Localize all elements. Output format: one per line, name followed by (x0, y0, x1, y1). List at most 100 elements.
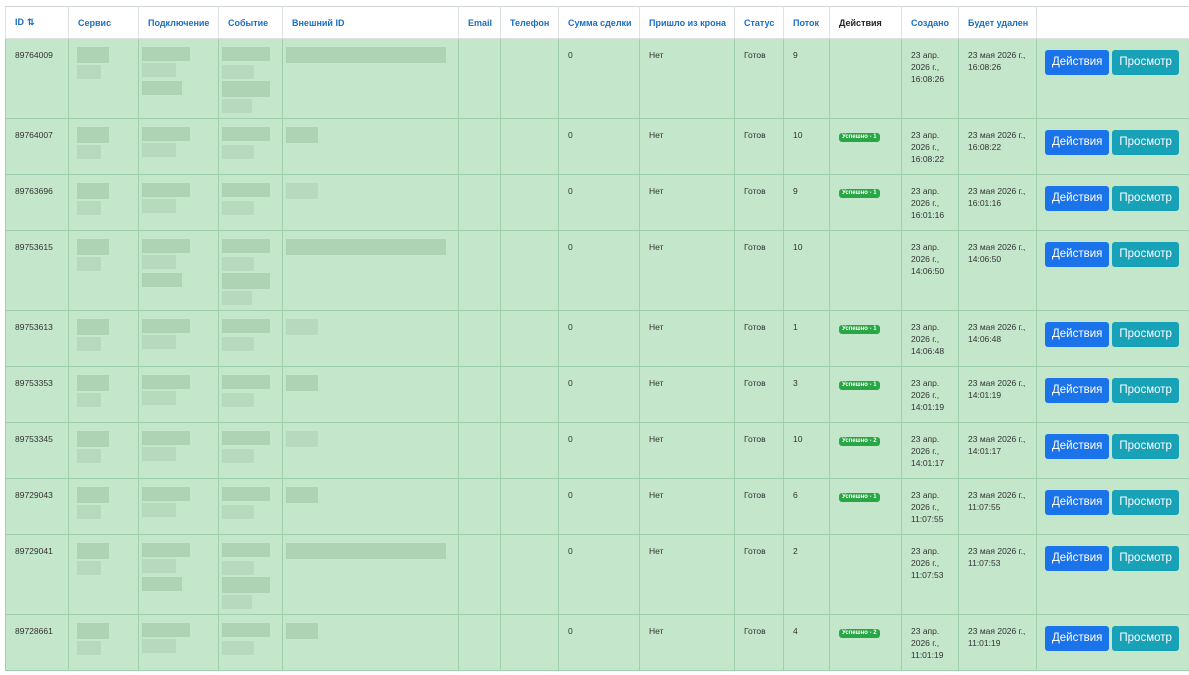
redacted-blur-block (77, 431, 109, 447)
column-header-created[interactable]: Создано (901, 6, 959, 39)
redacted-blur-block (77, 561, 101, 575)
row-actions-result: Успешно - 1 (829, 366, 902, 423)
sort-icon[interactable]: ⇅ (27, 17, 35, 28)
column-header-connection[interactable]: Подключение (138, 6, 219, 39)
column-header-thread[interactable]: Поток (783, 6, 830, 39)
row-created: 23 апр. 2026 г., 14:06:50 (901, 230, 959, 311)
row-will-delete: 23 мая 2026 г., 14:01:19 (958, 366, 1037, 423)
view-button[interactable]: Просмотр (1112, 130, 1179, 155)
redacted-blur-block (222, 449, 254, 463)
row-id: 89753353 (5, 366, 69, 423)
row-will-delete: 23 мая 2026 г., 14:06:48 (958, 310, 1037, 367)
column-header-id[interactable]: ID ⇅ (5, 6, 69, 39)
redacted-blur-block (142, 63, 176, 77)
actions-button[interactable]: Действия (1045, 322, 1110, 347)
view-button[interactable]: Просмотр (1112, 378, 1179, 403)
actions-button[interactable]: Действия (1045, 546, 1110, 571)
redacted-blur-block (142, 319, 190, 333)
table-row[interactable]: 89753345 0 Нет Готов 10 Успешно - 2 23 апр. 20… (5, 422, 1189, 479)
column-header-status[interactable]: Статус (734, 6, 784, 39)
row-external-id-redacted (282, 38, 459, 119)
actions-button[interactable]: Действия (1045, 50, 1110, 75)
row-status: Готов (734, 614, 784, 671)
view-button[interactable]: Просмотр (1112, 626, 1179, 651)
column-header-will-delete[interactable]: Будет удален (958, 6, 1037, 39)
row-buttons: Действия Просмотр (1036, 230, 1189, 311)
column-header-from-cron[interactable]: Пришло из крона (639, 6, 735, 39)
row-buttons: Действия Просмотр (1036, 366, 1189, 423)
row-id: 89753613 (5, 310, 69, 367)
actions-button[interactable]: Действия (1045, 378, 1110, 403)
actions-button[interactable]: Действия (1045, 626, 1110, 651)
redacted-blur-block (142, 143, 176, 157)
row-email (458, 366, 501, 423)
row-event-redacted (218, 366, 283, 423)
table-row[interactable]: 89729041 0 Нет Готов 2 23 апр. 2026 г., 11:07… (5, 534, 1189, 615)
row-email (458, 614, 501, 671)
view-button[interactable]: Просмотр (1112, 434, 1179, 459)
row-email (458, 478, 501, 535)
row-deal-sum: 0 (558, 366, 640, 423)
column-header-deal-sum[interactable]: Сумма сделки (558, 6, 640, 39)
table-row[interactable]: 89764009 0 Нет Готов 9 23 апр. 2026 г., 16:08… (5, 38, 1189, 119)
row-external-id-redacted (282, 310, 459, 367)
row-from-cron: Нет (639, 366, 735, 423)
redacted-blur-block (286, 47, 446, 63)
success-badge: Успешно - 1 (839, 493, 880, 502)
column-header-service[interactable]: Сервис (68, 6, 139, 39)
row-connection-redacted (138, 534, 219, 615)
table-row[interactable]: 89753613 0 Нет Готов 1 Успешно - 1 23 апр. 202… (5, 310, 1189, 367)
table-row[interactable]: 89753615 0 Нет Готов 10 23 апр. 2026 г., 14:0… (5, 230, 1189, 311)
view-button[interactable]: Просмотр (1112, 242, 1179, 267)
column-header-phone[interactable]: Телефон (500, 6, 559, 39)
actions-button[interactable]: Действия (1045, 130, 1110, 155)
row-connection-redacted (138, 310, 219, 367)
view-button[interactable]: Просмотр (1112, 186, 1179, 211)
table-row[interactable]: 89729043 0 Нет Готов 6 Успешно - 1 23 апр. 202… (5, 478, 1189, 535)
row-email (458, 310, 501, 367)
row-phone (500, 230, 559, 311)
actions-button[interactable]: Действия (1045, 242, 1110, 267)
row-event-redacted (218, 230, 283, 311)
column-header-email[interactable]: Email (458, 6, 501, 39)
redacted-blur-block (77, 145, 101, 159)
row-event-redacted (218, 534, 283, 615)
row-phone (500, 38, 559, 119)
redacted-blur-block (77, 449, 101, 463)
column-header-external-id[interactable]: Внешний ID (282, 6, 459, 39)
row-thread: 1 (783, 310, 830, 367)
row-will-delete: 23 мая 2026 г., 14:01:17 (958, 422, 1037, 479)
redacted-blur-block (142, 577, 182, 591)
view-button[interactable]: Просмотр (1112, 490, 1179, 515)
column-header-id-label: ID (15, 17, 24, 27)
table-row[interactable]: 89763696 0 Нет Готов 9 Успешно - 1 23 апр. 202… (5, 174, 1189, 231)
row-created: 23 апр. 2026 г., 11:07:55 (901, 478, 959, 535)
redacted-blur-block (286, 239, 446, 255)
row-connection-redacted (138, 230, 219, 311)
redacted-blur-block (77, 337, 101, 351)
redacted-blur-block (222, 577, 270, 593)
table-row[interactable]: 89753353 0 Нет Готов 3 Успешно - 1 23 апр. 202… (5, 366, 1189, 423)
column-header-buttons (1036, 6, 1189, 39)
row-will-delete: 23 мая 2026 г., 16:08:22 (958, 118, 1037, 175)
row-from-cron: Нет (639, 118, 735, 175)
redacted-blur-block (142, 255, 176, 269)
column-header-event[interactable]: Событие (218, 6, 283, 39)
events-table: ID ⇅ Сервис Подключение Событие Внешний I… (5, 6, 1189, 671)
view-button[interactable]: Просмотр (1112, 322, 1179, 347)
row-external-id-redacted (282, 174, 459, 231)
row-connection-redacted (138, 118, 219, 175)
actions-button[interactable]: Действия (1045, 490, 1110, 515)
view-button[interactable]: Просмотр (1112, 50, 1179, 75)
row-service-redacted (68, 310, 139, 367)
success-badge: Успешно - 2 (839, 437, 880, 446)
table-row[interactable]: 89728661 0 Нет Готов 4 Успешно - 2 23 апр. 202… (5, 614, 1189, 671)
redacted-blur-block (286, 431, 318, 447)
table-row[interactable]: 89764007 0 Нет Готов 10 Успешно - 1 23 апр. 20… (5, 118, 1189, 175)
row-deal-sum: 0 (558, 614, 640, 671)
actions-button[interactable]: Действия (1045, 186, 1110, 211)
row-buttons: Действия Просмотр (1036, 478, 1189, 535)
view-button[interactable]: Просмотр (1112, 546, 1179, 571)
redacted-blur-block (222, 65, 254, 79)
actions-button[interactable]: Действия (1045, 434, 1110, 459)
